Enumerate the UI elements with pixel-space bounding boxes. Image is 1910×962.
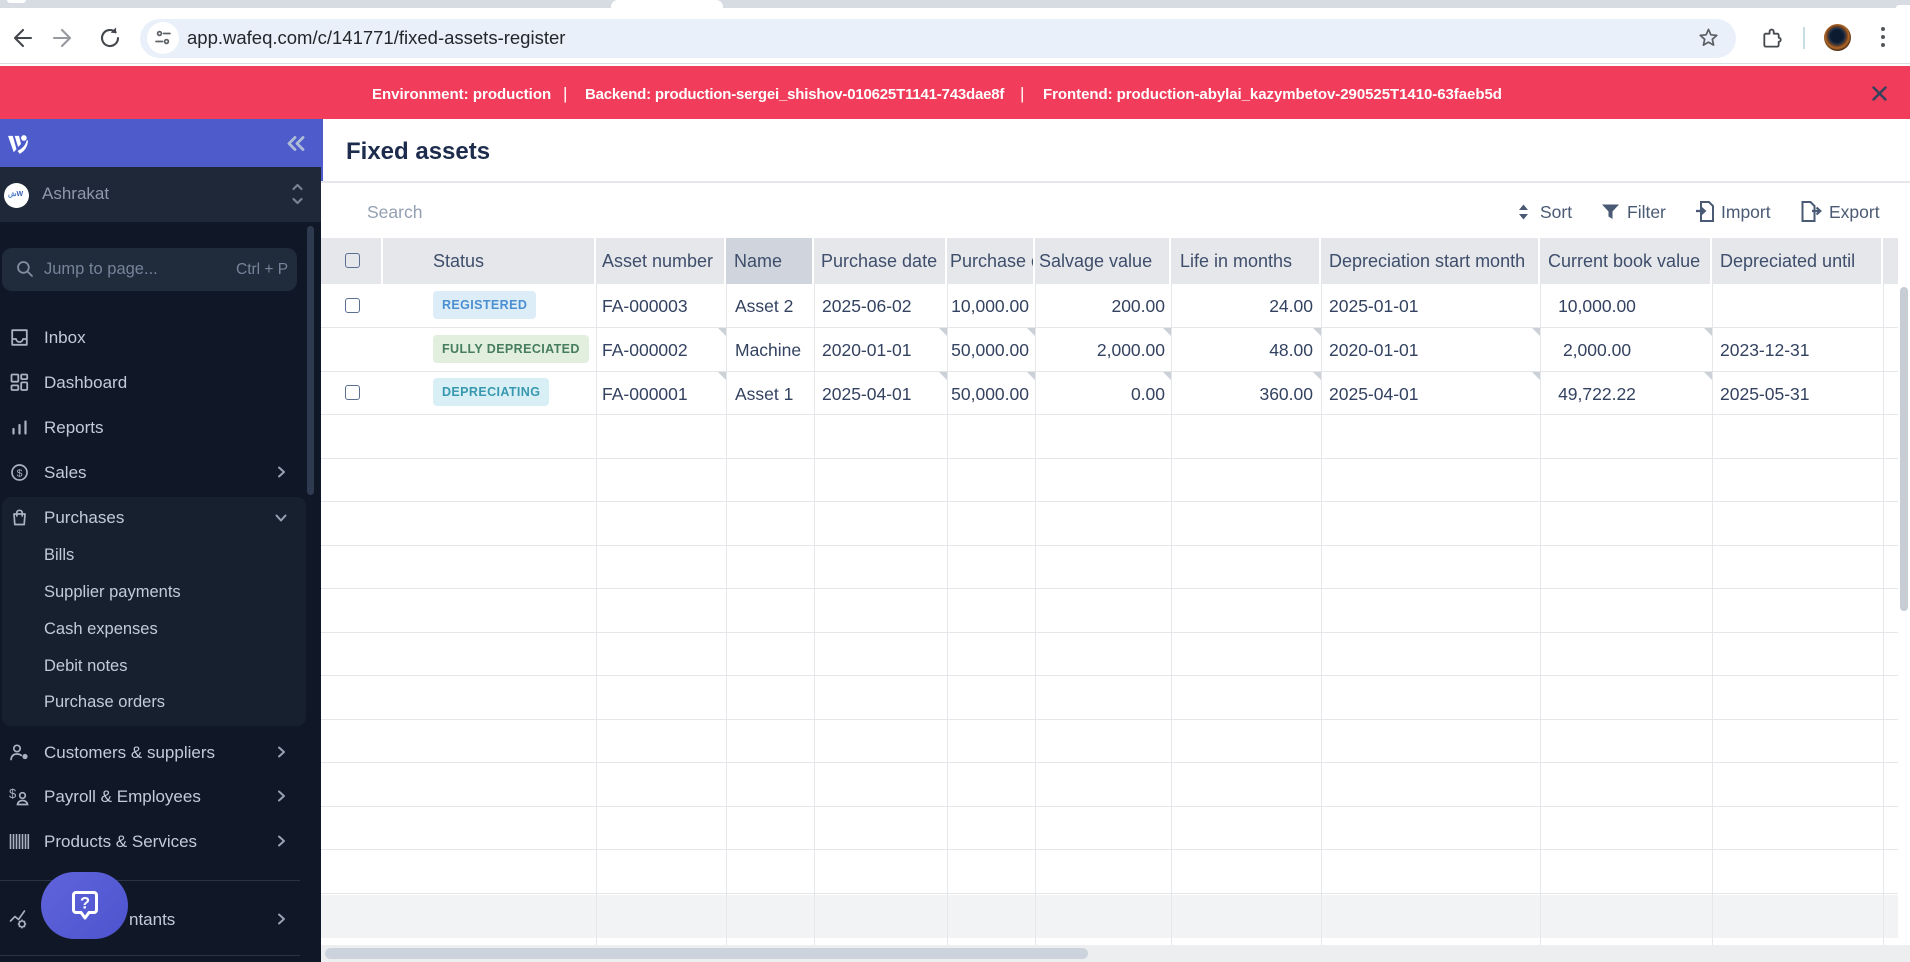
svg-text:$: $ bbox=[9, 787, 17, 801]
svg-text:?: ? bbox=[80, 895, 90, 913]
svg-text:$: $ bbox=[17, 467, 23, 479]
